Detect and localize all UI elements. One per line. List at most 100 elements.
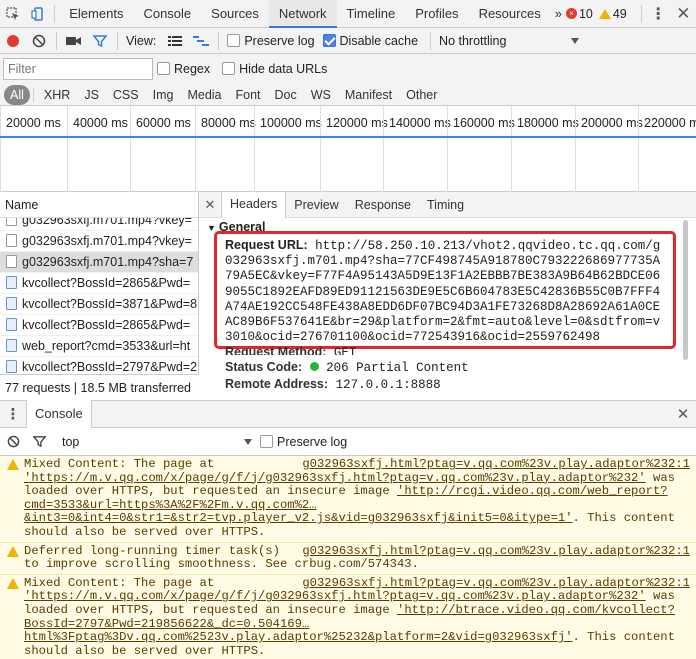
type-filter-manifest[interactable]: Manifest — [338, 85, 399, 105]
console-filter-icon[interactable] — [26, 429, 52, 455]
clear-icon[interactable] — [26, 28, 52, 54]
clear-console-icon[interactable] — [0, 429, 26, 455]
drawer-tab-bar: ⋮ Console ✕ — [0, 400, 696, 428]
type-filter-font[interactable]: Font — [229, 85, 268, 105]
timeline-tick-label: 40000 ms — [73, 116, 128, 130]
record-icon[interactable] — [0, 28, 26, 54]
message-source-link[interactable]: g032963sxfj.html?ptag=v.qq.com%23v.play.… — [302, 576, 690, 591]
tab-response[interactable]: Response — [347, 192, 419, 218]
request-row[interactable]: kvcollect?BossId=2797&Pwd=2 — [0, 357, 198, 374]
close-devtools-icon[interactable]: ✕ — [671, 1, 696, 27]
preserve-log-box[interactable] — [227, 33, 241, 47]
type-filter-js[interactable]: JS — [77, 85, 106, 105]
capture-screenshots-icon[interactable] — [61, 28, 87, 54]
tab-network[interactable]: Network — [268, 0, 337, 28]
hide-data-urls-box[interactable] — [222, 62, 236, 75]
filter-input[interactable] — [3, 58, 153, 80]
request-name: kvcollect?BossId=3871&Pwd=8 — [22, 297, 198, 311]
image-icon — [6, 297, 17, 310]
console-preserve-log-label: Preserve log — [277, 434, 348, 449]
type-filter-media[interactable]: Media — [180, 85, 228, 105]
message-source-link[interactable]: g032963sxfj.html?ptag=v.qq.com%23v.play.… — [302, 544, 690, 559]
document-icon — [6, 255, 17, 268]
request-name: g032963sxfj.m701.mp4?sha=7 — [22, 255, 194, 269]
filter-icon[interactable] — [87, 28, 113, 54]
network-toolbar: View: Preserve log Disable cache No thro… — [0, 28, 696, 54]
request-row[interactable]: kvcollect?BossId=3871&Pwd=8 — [0, 294, 198, 315]
tab-headers[interactable]: Headers — [221, 192, 287, 218]
request-row[interactable]: web_report?cmd=3533&url=ht — [0, 336, 198, 357]
large-rows-icon[interactable] — [162, 28, 188, 54]
document-icon — [6, 218, 17, 226]
inspect-element-icon[interactable] — [0, 1, 25, 27]
tab-elements[interactable]: Elements — [59, 0, 133, 28]
device-mode-icon[interactable] — [25, 1, 50, 27]
timeline-tick: 140000 ms — [383, 106, 451, 192]
warning-icon — [7, 459, 19, 470]
type-filter-img[interactable]: Img — [146, 85, 181, 105]
type-filter-doc[interactable]: Doc — [268, 85, 304, 105]
divider — [218, 31, 220, 50]
tab-timeline[interactable]: Timeline — [337, 0, 406, 28]
tab-resources[interactable]: Resources — [469, 0, 551, 28]
overview-icon[interactable] — [188, 28, 214, 54]
remote-address-row: Remote Address: 127.0.0.1:8888 — [225, 377, 441, 393]
request-row[interactable]: kvcollect?BossId=2865&Pwd= — [0, 273, 198, 294]
console-warning: g032963sxfj.html?ptag=v.qq.com%23v.play.… — [0, 456, 696, 543]
timeline-tick-label: 100000 ms — [260, 116, 322, 130]
message-source-link[interactable]: g032963sxfj.html?ptag=v.qq.com%23v.play.… — [302, 457, 690, 472]
network-summary: 77 requests | 18.5 MB transferred — [0, 374, 199, 400]
close-details-icon[interactable]: ✕ — [199, 192, 221, 218]
request-row[interactable]: g032963sxfj.m701.mp4?vkey= — [0, 218, 198, 231]
timeline-tick-label: 140000 ms — [389, 116, 451, 130]
throttling-select[interactable]: No throttling — [439, 34, 580, 48]
timeline-tick: 180000 ms — [511, 106, 579, 192]
dropdown-arrow-icon — [244, 438, 252, 445]
hide-data-urls-checkbox[interactable]: Hide data URLs — [222, 62, 327, 76]
request-row[interactable]: g032963sxfj.m701.mp4?vkey= — [0, 231, 198, 252]
type-filter-xhr[interactable]: XHR — [37, 85, 77, 105]
console-preserve-log-box[interactable] — [260, 434, 273, 448]
request-method-label: Request Method: — [225, 345, 327, 355]
timeline-tick: 60000 ms — [130, 106, 191, 192]
console-toolbar: top Preserve log — [0, 428, 696, 456]
request-row-selected[interactable]: g032963sxfj.m701.mp4?sha=7 — [0, 252, 198, 273]
tab-preview[interactable]: Preview — [286, 192, 346, 218]
status-code-value: 206 Partial Content — [326, 361, 469, 375]
request-list-body: g032963sxfj.m701.mp4?vkey= g032963sxfj.m… — [0, 218, 198, 374]
divider — [117, 31, 118, 50]
preserve-log-checkbox[interactable]: Preserve log — [227, 33, 315, 48]
console-preserve-log-checkbox[interactable]: Preserve log — [260, 434, 348, 449]
warning-count[interactable]: 49 — [598, 7, 627, 21]
network-overview-timeline[interactable]: 20000 ms 40000 ms 60000 ms 80000 ms 1000… — [0, 106, 696, 192]
request-row[interactable]: kvcollect?BossId=2865&Pwd= — [0, 315, 198, 336]
regex-box[interactable] — [157, 62, 170, 75]
message-page-link[interactable]: 'https://m.v.qq.com/x/page/g/f/j/g032963… — [24, 589, 646, 604]
details-scrollbar[interactable] — [683, 220, 688, 360]
timeline-tick: 220000 ms — [638, 106, 696, 192]
disable-cache-checkbox[interactable]: Disable cache — [322, 33, 418, 48]
timeline-tick-label: 80000 ms — [201, 116, 256, 130]
message-text: Mixed Content: The page at — [24, 457, 215, 471]
name-column-header[interactable]: Name — [0, 192, 198, 218]
message-page-link[interactable]: 'https://m.v.qq.com/x/page/g/f/j/g032963… — [24, 471, 646, 485]
preserve-log-label: Preserve log — [244, 33, 315, 48]
drawer-tab-console[interactable]: Console — [26, 400, 92, 428]
type-filter-other[interactable]: Other — [399, 85, 444, 105]
type-filter-all[interactable]: All — [4, 84, 30, 105]
customize-menu-icon[interactable]: ⋮ — [646, 1, 671, 27]
type-filter-ws[interactable]: WS — [304, 85, 338, 105]
tab-sources[interactable]: Sources — [201, 0, 269, 28]
close-drawer-icon[interactable]: ✕ — [670, 401, 696, 427]
type-filter-css[interactable]: CSS — [106, 85, 146, 105]
console-warning: g032963sxfj.html?ptag=v.qq.com%23v.play.… — [0, 574, 696, 659]
tab-console[interactable]: Console — [133, 0, 201, 28]
regex-checkbox[interactable]: Regex — [157, 62, 210, 76]
disable-cache-box[interactable] — [322, 33, 336, 47]
error-count[interactable]: × 10 — [565, 7, 593, 21]
more-tabs-button[interactable]: » — [551, 0, 566, 28]
tab-timing[interactable]: Timing — [419, 192, 472, 218]
tab-profiles[interactable]: Profiles — [405, 0, 468, 28]
context-select[interactable]: top — [62, 435, 252, 449]
drawer-menu-icon[interactable]: ⋮ — [0, 401, 26, 427]
